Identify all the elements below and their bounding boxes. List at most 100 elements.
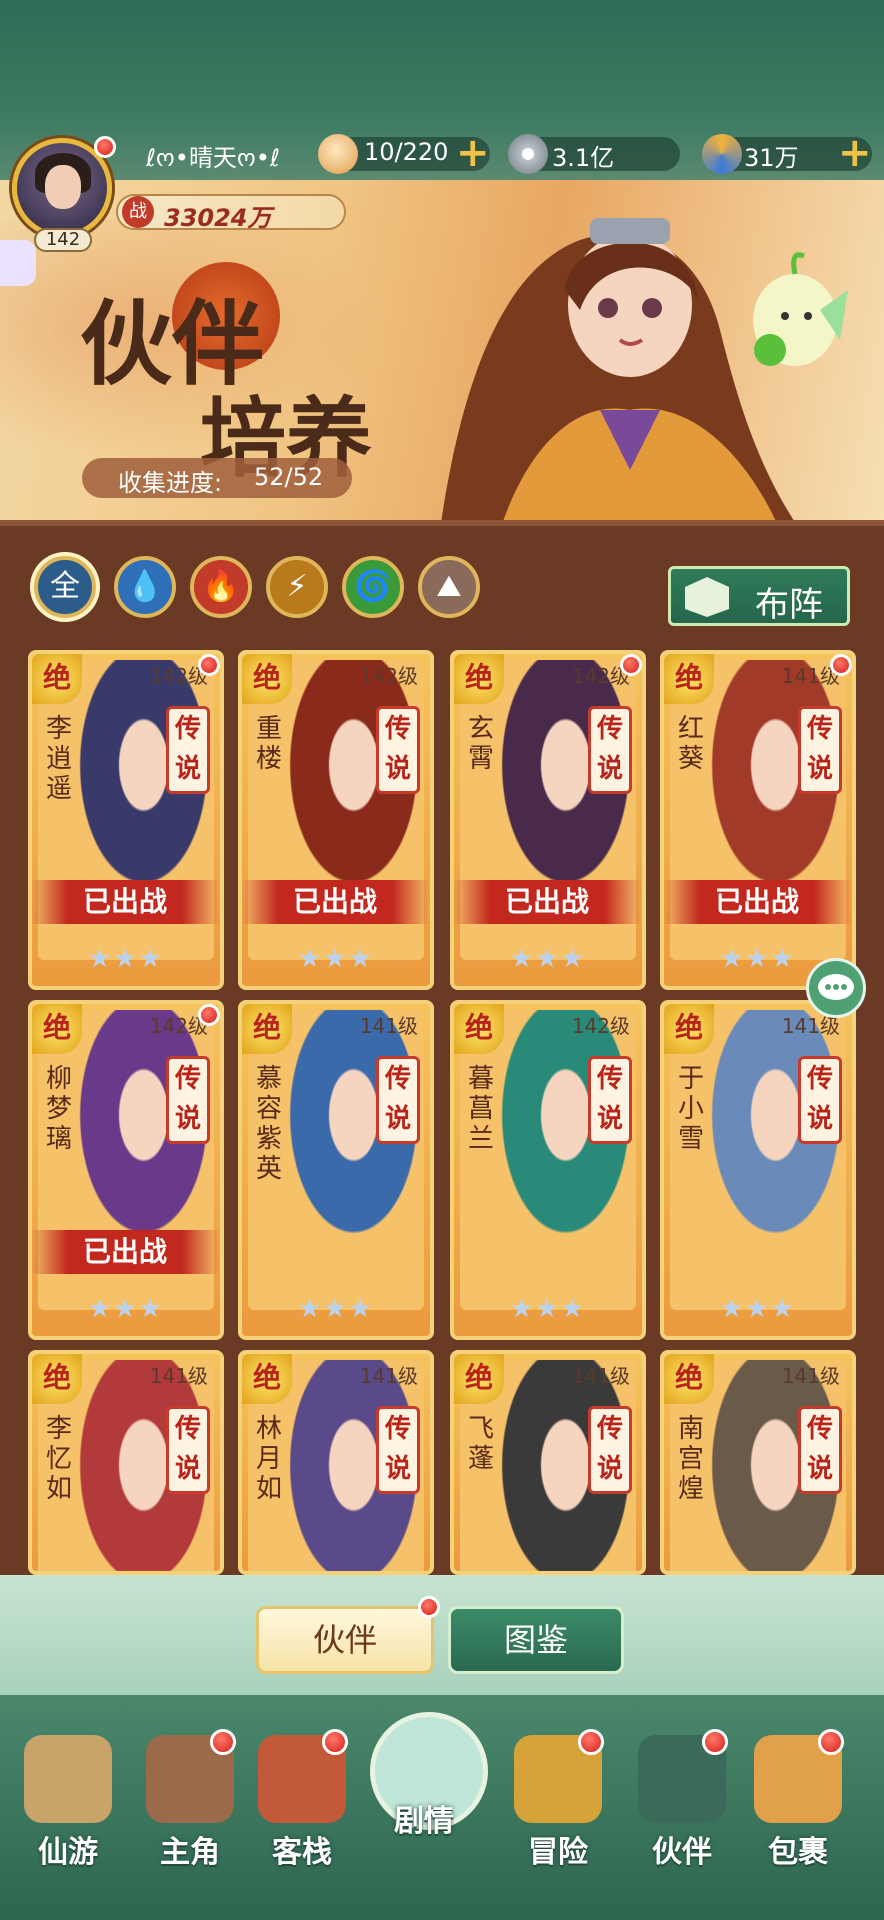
partner-name: 李逍遥	[46, 714, 73, 804]
swirl-icon	[702, 134, 742, 174]
partner-name: 玄霄	[468, 714, 495, 774]
earth-icon: ⛰	[436, 569, 462, 604]
filter-all-button[interactable]: 全	[34, 556, 96, 618]
rarity-badge: 传说	[798, 1406, 842, 1494]
tier-badge: 绝	[454, 654, 504, 704]
power-value: 33024万	[164, 204, 272, 232]
tab-codex-label: 图鉴	[503, 1621, 568, 1659]
deployed-banner: 已出战	[454, 880, 642, 924]
nav-notification-dot	[322, 1729, 348, 1755]
deployed-banner: 已出战	[32, 880, 220, 924]
tier-badge: 绝	[242, 654, 292, 704]
collect-progress-value: 52/52	[254, 463, 324, 491]
nav-label: 主角	[160, 1835, 220, 1870]
bun-value: 10/220	[364, 138, 449, 166]
star-rating: ★★★	[720, 944, 796, 974]
partner-name: 红葵	[678, 714, 705, 774]
partner-level: 141级	[149, 1364, 208, 1388]
partner-name: 暮菖兰	[468, 1064, 495, 1154]
tier-badge: 绝	[32, 1354, 82, 1404]
partner-portrait	[670, 1010, 846, 1310]
partner-portrait	[460, 1010, 636, 1310]
nav-item-book[interactable]: 仙游	[14, 1735, 122, 1871]
rarity-badge: 传说	[376, 1406, 420, 1494]
player-level: 142	[34, 228, 92, 252]
tier-badge: 绝	[454, 1354, 504, 1404]
filter-earth-button[interactable]: ⛰	[418, 556, 480, 618]
nav-label: 包裹	[768, 1835, 828, 1870]
tier-badge: 绝	[664, 1004, 714, 1054]
tab-partner[interactable]: 伙伴	[256, 1606, 434, 1674]
filter-fire-button[interactable]: 🔥	[190, 556, 252, 618]
coin-icon	[508, 134, 548, 174]
nav-item-story[interactable]: 剧情	[370, 1712, 488, 1840]
avatar-notification-dot	[94, 136, 116, 158]
partner-card[interactable]: 绝 141级 于小雪 传说 ★★★	[660, 1000, 856, 1340]
partner-name: 飞蓬	[468, 1414, 495, 1474]
partner-card[interactable]: 绝 141级 红葵 传说 已出战 ★★★	[660, 650, 856, 990]
chat-bubble-button[interactable]	[806, 958, 866, 1018]
deployed-banner: 已出战	[664, 880, 852, 924]
partner-card[interactable]: 绝 142级 玄霄 传说 已出战 ★★★	[450, 650, 646, 990]
tier-badge: 绝	[242, 1004, 292, 1054]
side-flag-icon[interactable]	[0, 240, 36, 286]
partner-card[interactable]: 绝 141级 慕容紫英 传说 ★★★	[238, 1000, 434, 1340]
card-notification-dot	[830, 654, 852, 676]
formation-label: 布阵	[755, 585, 823, 625]
partner-card[interactable]: 绝 142级 暮菖兰 传说 ★★★	[450, 1000, 646, 1340]
nav-notification-dot	[210, 1729, 236, 1755]
partner-name: 重楼	[256, 714, 283, 774]
partner-card[interactable]: 绝 141级飞蓬 传说	[450, 1350, 646, 1575]
formation-icon	[685, 577, 729, 617]
nav-label: 剧情	[394, 1804, 454, 1839]
nav-item-inn[interactable]: 客栈	[248, 1729, 356, 1871]
tier-badge: 绝	[32, 1004, 82, 1054]
swirl-add-button[interactable]: +	[838, 133, 872, 173]
nav-label: 伙伴	[652, 1835, 712, 1870]
coin-value: 3.1亿	[552, 144, 615, 172]
card-notification-dot	[198, 654, 220, 676]
player-name: ℓო•晴天ო•ℓ	[146, 144, 280, 172]
nav-label: 冒险	[528, 1835, 588, 1870]
filter-water-button[interactable]: 💧	[114, 556, 176, 618]
wind-icon: 🌀	[354, 569, 392, 604]
partner-name: 于小雪	[678, 1064, 705, 1154]
partner-card[interactable]: 绝 141级 李忆如 传说	[28, 1350, 224, 1575]
partner-level: 142级	[359, 664, 418, 688]
tier-badge: 绝	[664, 1354, 714, 1404]
partner-card[interactable]: 绝 142级 柳梦璃 传说 已出战 ★★★	[28, 1000, 224, 1340]
tab-partner-dot	[418, 1596, 440, 1618]
partner-card[interactable]: 绝 141级 南宫煌 传说	[660, 1350, 856, 1575]
rarity-badge: 传说	[376, 706, 420, 794]
nav-item-hero[interactable]: 主角	[136, 1729, 244, 1871]
rarity-badge: 传说	[798, 706, 842, 794]
partner-card[interactable]: 绝 141级 林月如 传说	[238, 1350, 434, 1575]
thunder-icon: ⚡	[286, 569, 308, 604]
rarity-badge: 传说	[588, 1406, 632, 1494]
star-rating: ★★★	[510, 944, 586, 974]
swirl-value: 31万	[744, 144, 799, 172]
nav-item-partner[interactable]: 伙伴	[628, 1729, 736, 1871]
partner-level: 142级	[571, 1014, 630, 1038]
filter-thunder-button[interactable]: ⚡	[266, 556, 328, 618]
partner-name: 柳梦璃	[46, 1064, 73, 1154]
nav-notification-dot	[818, 1729, 844, 1755]
nav-item-gourd[interactable]: 冒险	[504, 1729, 612, 1871]
partner-level: 141级	[571, 1364, 630, 1388]
nav-label: 客栈	[272, 1835, 332, 1870]
star-rating: ★★★	[298, 944, 374, 974]
nav-label: 仙游	[38, 1835, 98, 1870]
nav-item-bag[interactable]: 包裹	[744, 1729, 852, 1871]
collect-progress-label: 收集进度:	[118, 469, 223, 497]
nav-notification-dot	[578, 1729, 604, 1755]
partner-card[interactable]: 绝 142级 重楼 传说 已出战 ★★★	[238, 650, 434, 990]
bun-add-button[interactable]: +	[456, 133, 490, 173]
tab-codex[interactable]: 图鉴	[448, 1606, 624, 1674]
formation-button[interactable]: 布阵	[668, 566, 850, 626]
partner-level: 141级	[359, 1364, 418, 1388]
green-sprite-mascot	[753, 252, 848, 366]
partner-name: 南宫煌	[678, 1414, 705, 1504]
filter-wind-button[interactable]: 🌀	[342, 556, 404, 618]
partner-card[interactable]: 绝 142级 李逍遥 传说 已出战 ★★★	[28, 650, 224, 990]
bun-icon	[318, 134, 358, 174]
